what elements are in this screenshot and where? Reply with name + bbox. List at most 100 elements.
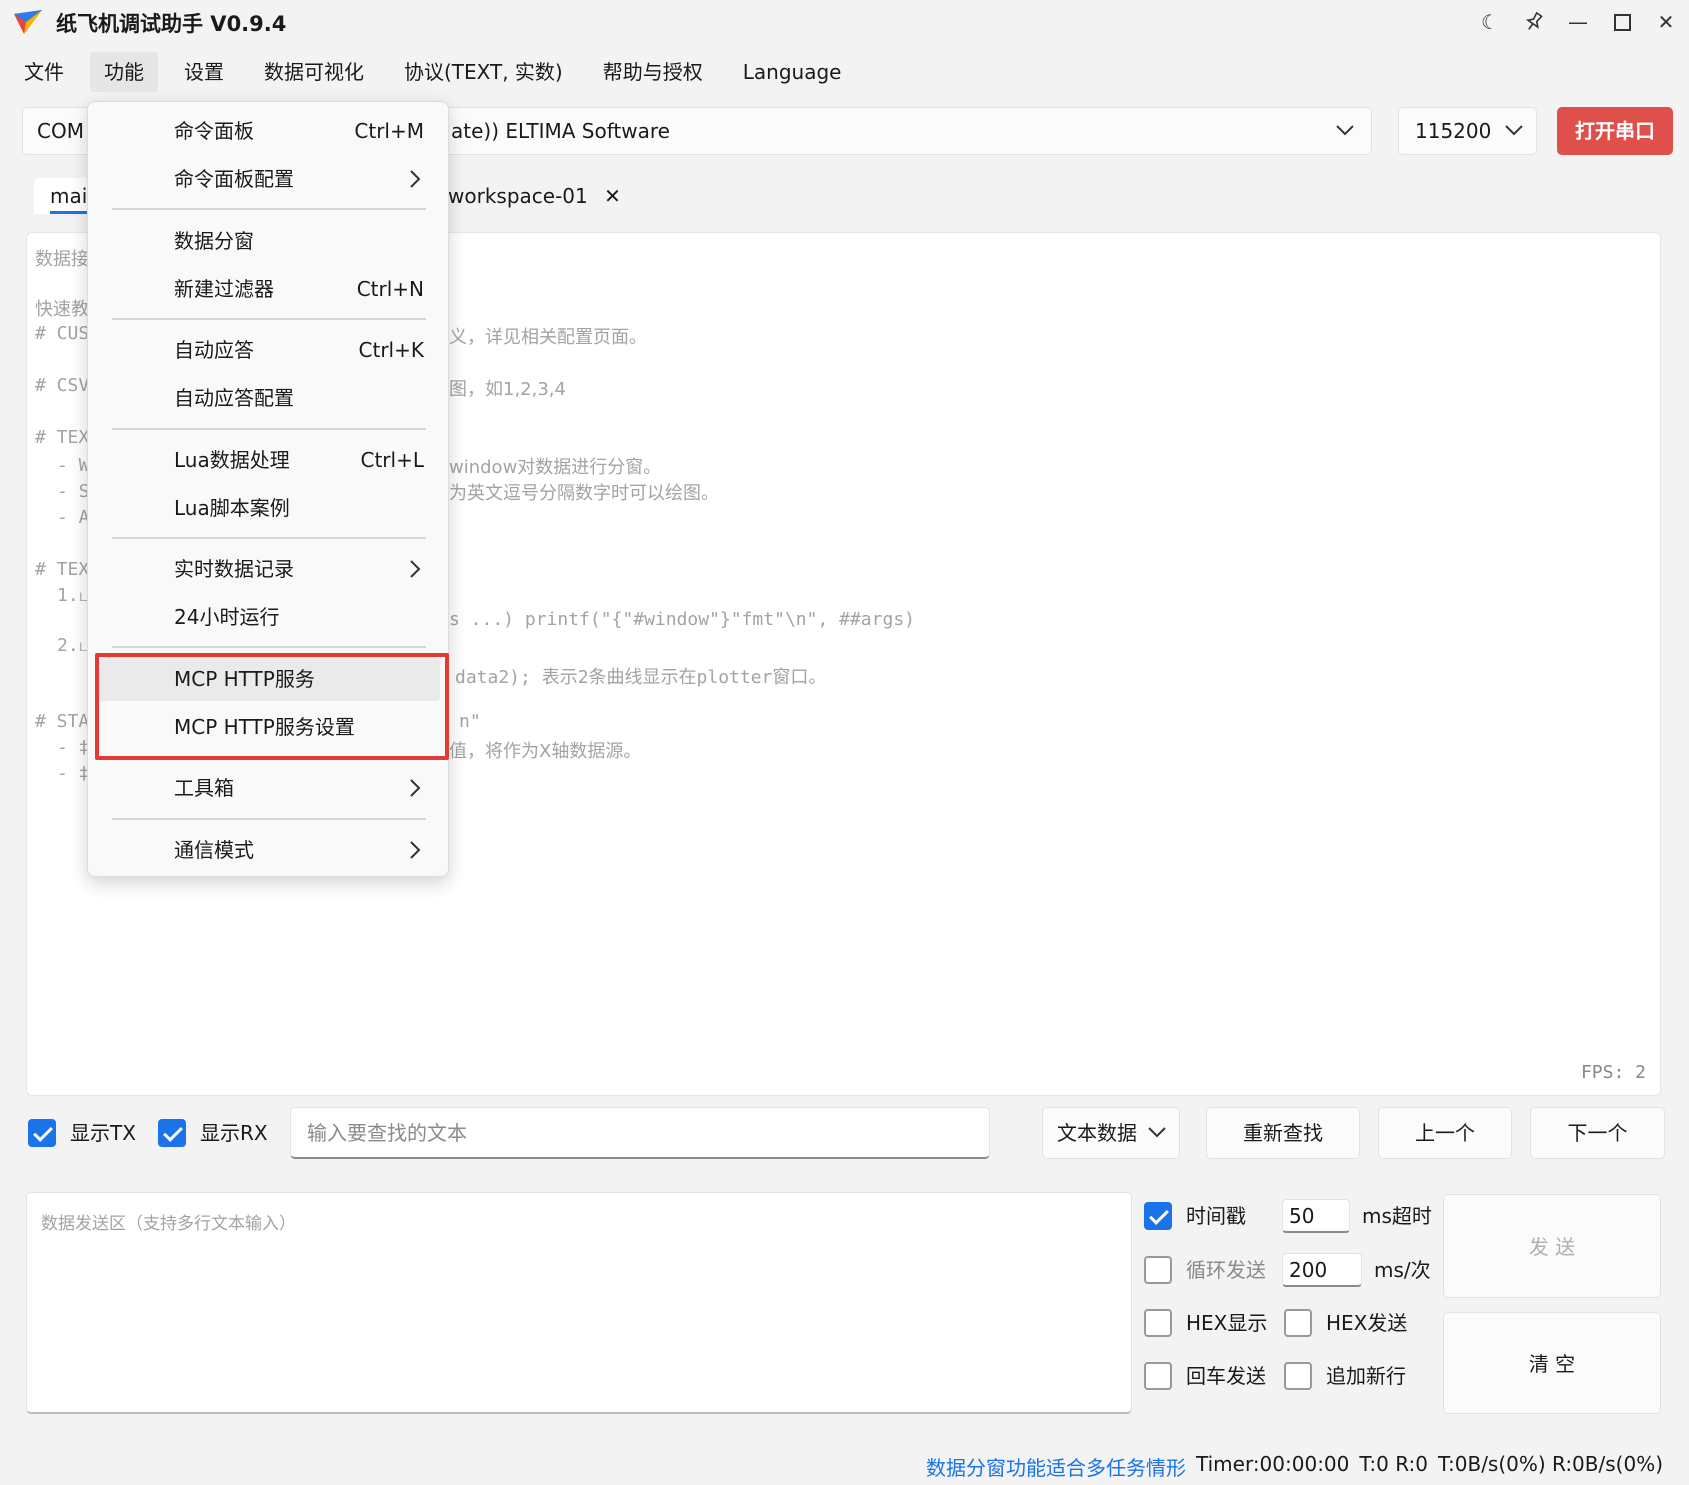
receive-line: # STA [35, 711, 90, 732]
re-search-button[interactable]: 重新查找 [1206, 1107, 1360, 1159]
tab-active-indicator [50, 211, 90, 214]
menu-item-comm-mode[interactable]: 通信模式 [88, 828, 448, 872]
receive-line: - A [57, 507, 90, 528]
open-port-button[interactable]: 打开串口 [1557, 107, 1673, 155]
status-timer: Timer:00:00:00 [1196, 1452, 1350, 1476]
timestamp-label: 时间戳 [1186, 1204, 1246, 1228]
show-rx-label: 显示RX [200, 1121, 268, 1145]
port-select-prefix: COM [37, 119, 84, 143]
menu-item-auto-reply-config[interactable]: 自动应答配置 [88, 376, 448, 420]
baud-rate-select[interactable]: 115200 [1398, 107, 1537, 155]
menu-separator [112, 428, 426, 430]
chevron-right-icon [408, 828, 422, 887]
menu-bar: 文件 功能 设置 数据可视化 协议(TEXT, 实数) 帮助与授权 Langua… [10, 52, 867, 92]
shortcut-label: Ctrl+K [358, 338, 424, 362]
status-rate: T:0B/s(0%) R:0B/s(0%) [1437, 1452, 1663, 1476]
append-newline-checkbox[interactable] [1284, 1362, 1312, 1390]
receive-line: # CSV [35, 375, 90, 396]
port-select-value: ate)) ELTIMA Software [451, 119, 670, 143]
receive-line: - ‡ [57, 737, 90, 758]
title-bar: 纸飞机调试助手 V0.9.4 ☾ — ✕ [0, 0, 1689, 44]
menu-item-data-split[interactable]: 数据分窗 [88, 219, 448, 263]
receive-line: # CUS [35, 323, 90, 344]
chevron-down-icon [1335, 108, 1355, 170]
send-textarea[interactable]: 数据发送区（支持多行文本输入） [26, 1192, 1132, 1414]
hex-display-label: HEX显示 [1186, 1311, 1268, 1335]
function-dropdown-menu: 命令面板 Ctrl+M 命令面板配置 数据分窗 新建过滤器 Ctrl+N 自动应… [87, 101, 449, 877]
menu-item-lua-processing[interactable]: Lua数据处理 Ctrl+L [88, 438, 448, 482]
menu-item-realtime-record[interactable]: 实时数据记录 [88, 547, 448, 591]
menu-function[interactable]: 功能 [90, 52, 158, 92]
chevron-down-icon [1504, 108, 1524, 170]
hex-send-checkbox[interactable] [1284, 1309, 1312, 1337]
loop-send-label: 循环发送 [1186, 1258, 1266, 1282]
menu-visualization[interactable]: 数据可视化 [250, 52, 378, 92]
tab-main[interactable]: mai [34, 178, 94, 214]
loop-interval-input[interactable]: 200 [1282, 1253, 1362, 1287]
receive-line: 值，将作为X轴数据源。 [449, 741, 642, 762]
receive-line: window对数据进行分窗。 [449, 457, 662, 478]
search-mode-select[interactable]: 文本数据 [1042, 1107, 1180, 1159]
search-input[interactable]: 输入要查找的文本 [290, 1107, 990, 1159]
menu-protocol[interactable]: 协议(TEXT, 实数) [390, 52, 577, 92]
status-tip-link[interactable]: 数据分窗功能适合多任务情形 [926, 1452, 1186, 1481]
menu-separator [112, 537, 426, 539]
close-tab-icon[interactable]: ✕ [604, 184, 621, 208]
fps-indicator: FPS: 2 [1580, 1062, 1646, 1083]
menu-language[interactable]: Language [729, 52, 856, 92]
menu-separator [112, 208, 426, 210]
menu-item-auto-reply[interactable]: 自动应答 Ctrl+K [88, 328, 448, 372]
minimize-icon[interactable]: — [1560, 6, 1596, 38]
menu-item-24h-run[interactable]: 24小时运行 [88, 595, 448, 639]
enter-send-label: 回车发送 [1186, 1364, 1266, 1388]
status-counts: T:0 R:0 [1359, 1452, 1428, 1476]
loop-unit-label: ms/次 [1374, 1258, 1431, 1282]
receive-line: 为英文逗号分隔数字时可以绘图。 [449, 483, 719, 504]
menu-settings[interactable]: 设置 [170, 52, 238, 92]
paper-plane-logo-icon [14, 10, 42, 34]
dark-mode-icon[interactable]: ☾ [1472, 6, 1508, 38]
tab-workspace-label: workspace-01 [448, 184, 588, 208]
enter-send-checkbox[interactable] [1144, 1362, 1172, 1390]
hex-send-label: HEX发送 [1326, 1311, 1408, 1335]
receive-line: n" [459, 711, 481, 732]
menu-file[interactable]: 文件 [10, 52, 78, 92]
receive-line: data2); 表示2条曲线显示在plotter窗口。 [455, 667, 827, 688]
clear-button[interactable]: 清 空 [1443, 1312, 1661, 1414]
search-mode-value: 文本数据 [1057, 1121, 1137, 1145]
chevron-right-icon [408, 766, 422, 825]
menu-item-command-panel-config[interactable]: 命令面板配置 [88, 157, 448, 201]
timeout-input[interactable]: 50 [1282, 1199, 1350, 1233]
menu-separator [112, 646, 426, 648]
menu-item-toolbox[interactable]: 工具箱 [88, 766, 448, 810]
close-icon[interactable]: ✕ [1648, 6, 1684, 38]
receive-line: 图，如1,2,3,4 [449, 379, 566, 400]
loop-send-checkbox[interactable] [1144, 1256, 1172, 1284]
receive-line: 快速教 [35, 299, 89, 320]
show-rx-checkbox[interactable] [158, 1119, 186, 1147]
show-tx-label: 显示TX [70, 1121, 136, 1145]
timestamp-checkbox[interactable] [1144, 1202, 1172, 1230]
baud-rate-value: 115200 [1415, 119, 1492, 143]
receive-line: s ...) printf("{"#window"}"fmt"\n", ##ar… [449, 609, 915, 630]
send-button[interactable]: 发 送 [1443, 1194, 1661, 1298]
menu-separator [112, 818, 426, 820]
menu-help[interactable]: 帮助与授权 [589, 52, 717, 92]
menu-item-command-panel[interactable]: 命令面板 Ctrl+M [88, 109, 448, 153]
tab-main-label: mai [50, 184, 88, 208]
pin-icon[interactable] [1516, 6, 1552, 38]
shortcut-label: Ctrl+N [356, 277, 424, 301]
menu-separator [112, 318, 426, 320]
hex-display-checkbox[interactable] [1144, 1309, 1172, 1337]
maximize-icon[interactable] [1604, 6, 1640, 38]
prev-match-button[interactable]: 上一个 [1378, 1107, 1512, 1159]
shortcut-label: Ctrl+L [360, 448, 425, 472]
receive-line: - W [57, 455, 90, 476]
menu-item-lua-examples[interactable]: Lua脚本案例 [88, 486, 448, 530]
next-match-button[interactable]: 下一个 [1530, 1107, 1665, 1159]
shortcut-label: Ctrl+M [354, 119, 424, 143]
tab-workspace[interactable]: workspace-01 ✕ [448, 178, 621, 214]
show-tx-checkbox[interactable] [28, 1119, 56, 1147]
menu-item-new-filter[interactable]: 新建过滤器 Ctrl+N [88, 267, 448, 311]
receive-line: 义，详见相关配置页面。 [449, 327, 647, 348]
